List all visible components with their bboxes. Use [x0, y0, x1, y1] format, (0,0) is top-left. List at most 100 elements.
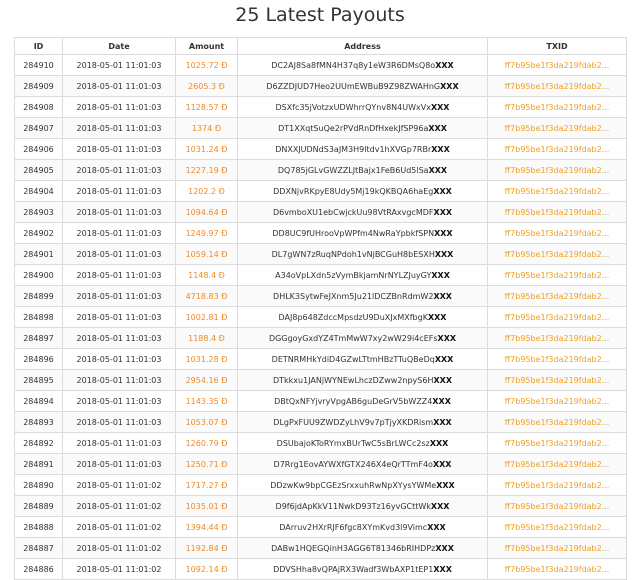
address-text: DDzwKw9bpCGEzSrxxuhRwNpXYysYWMe [270, 480, 437, 490]
payout-address: DABw1HQEGQinH3AGG6T81346bRIHDPzXXX [237, 537, 488, 559]
txid-link[interactable]: ff7b95be1f3da219fdab2... [505, 250, 610, 259]
txid-link[interactable]: ff7b95be1f3da219fdab2... [505, 166, 610, 175]
payout-id: 284904 [14, 180, 63, 202]
payout-id: 284903 [14, 201, 63, 223]
payout-address: DGGgoyGxdYZ4TmMwW7xy2wW29i4cEFsXXX [237, 327, 488, 349]
address-text: D9f6jdApKkV11NwkD93Tz16yvGCttWk [275, 501, 431, 511]
table-row: 284900 2018-05-01 11:01:03 1148.4 Đ A34oVpL… [14, 264, 627, 286]
txid-link[interactable]: ff7b95be1f3da219fdab2... [505, 82, 610, 91]
txid-link[interactable]: ff7b95be1f3da219fdab2... [505, 124, 610, 133]
address-text: D6vmboXU1ebCwjckUu98VtRAxvgcMDF [272, 207, 434, 217]
address-masked-suffix: XXX [432, 459, 452, 469]
table-row: 284902 2018-05-01 11:01:03 1249.97 Đ DD8UC9… [14, 222, 627, 244]
txid-link[interactable]: ff7b95be1f3da219fdab2... [505, 61, 610, 70]
payout-address: D9f6jdApKkV11NwkD93Tz16yvGCttWkXXX [237, 495, 488, 517]
payout-amount: 1031.28 Đ [175, 348, 238, 370]
address-masked-suffix: XXX [434, 228, 453, 238]
table-row: 284896 2018-05-01 11:01:03 1031.28 Đ DETNRM… [14, 348, 627, 370]
address-masked-suffix: XXX [433, 207, 453, 217]
txid-link[interactable]: ff7b95be1f3da219fdab2... [505, 355, 610, 364]
payout-amount: 1128.57 Đ [175, 96, 238, 118]
txid-link[interactable]: ff7b95be1f3da219fdab2... [505, 460, 610, 469]
table-row: 284899 2018-05-01 11:01:03 4718.83 Đ DHLK3S… [14, 285, 627, 307]
payout-amount: 1035.01 Đ [175, 495, 238, 517]
payout-date: 2018-05-01 11:01:03 [62, 432, 176, 454]
payout-date: 2018-05-01 11:01:02 [62, 474, 176, 496]
txid-link[interactable]: ff7b95be1f3da219fdab2... [505, 229, 610, 238]
txid-link[interactable]: ff7b95be1f3da219fdab2... [505, 544, 610, 553]
payout-amount: 1031.24 Đ [175, 138, 238, 160]
payout-id: 284901 [14, 243, 63, 265]
payout-txid: ff7b95be1f3da219fdab2... [487, 285, 627, 307]
table-row: 284907 2018-05-01 11:01:03 1374 Đ DT1XXqtSu… [14, 117, 627, 139]
payout-date: 2018-05-01 11:01:03 [62, 348, 176, 370]
txid-link[interactable]: ff7b95be1f3da219fdab2... [505, 418, 610, 427]
txid-link[interactable]: ff7b95be1f3da219fdab2... [505, 334, 610, 343]
table-row: 284890 2018-05-01 11:01:02 1717.27 Đ DDzwKw… [14, 474, 627, 496]
txid-link[interactable]: ff7b95be1f3da219fdab2... [505, 208, 610, 217]
payout-amount: 1188.4 Đ [175, 327, 238, 349]
txid-link[interactable]: ff7b95be1f3da219fdab2... [505, 187, 610, 196]
column-header-id: ID [14, 37, 63, 55]
address-text: A34oVpLXdn5zVymBkjamNrNYLZJuyGY [275, 270, 432, 280]
payout-address: DHLK3SytwFeJXnm5Ju21lDCZBnRdmW2XXX [237, 285, 488, 307]
payout-id: 284905 [14, 159, 63, 181]
payout-txid: ff7b95be1f3da219fdab2... [487, 348, 627, 370]
payout-address: A34oVpLXdn5zVymBkjamNrNYLZJuyGYXXX [237, 264, 488, 286]
address-text: DNXXJUDNdS3aJM3H9ltdv1hXVGp7RBr [275, 144, 432, 154]
payout-id: 284897 [14, 327, 63, 349]
table-row: 284892 2018-05-01 11:01:03 1260.79 Đ DSUbaj… [14, 432, 627, 454]
payout-txid: ff7b95be1f3da219fdab2... [487, 75, 627, 97]
payout-txid: ff7b95be1f3da219fdab2... [487, 306, 627, 328]
txid-link[interactable]: ff7b95be1f3da219fdab2... [505, 502, 610, 511]
txid-link[interactable]: ff7b95be1f3da219fdab2... [505, 565, 610, 574]
payout-address: DLgPxFUU9ZWDZyLhV9v7pTjyXKDRismXXX [237, 411, 488, 433]
payout-address: DAJ8p648ZdccMpsdzU9DuXJxMXfbgKXXX [237, 306, 488, 328]
payout-date: 2018-05-01 11:01:03 [62, 369, 176, 391]
payout-amount: 1148.4 Đ [175, 264, 238, 286]
payout-date: 2018-05-01 11:01:03 [62, 306, 176, 328]
txid-link[interactable]: ff7b95be1f3da219fdab2... [505, 145, 610, 154]
address-masked-suffix: XXX [433, 291, 452, 301]
payout-id: 284902 [14, 222, 63, 244]
payout-address: D6vmboXU1ebCwjckUu98VtRAxvgcMDFXXX [237, 201, 488, 223]
payouts-table-container: ID Date Amount Address TXID 284910 2018-0… [14, 37, 627, 580]
table-row: 284889 2018-05-01 11:01:02 1035.01 Đ D9f6jd… [14, 495, 627, 517]
payout-id: 284892 [14, 432, 63, 454]
txid-link[interactable]: ff7b95be1f3da219fdab2... [505, 376, 610, 385]
txid-link[interactable]: ff7b95be1f3da219fdab2... [505, 439, 610, 448]
payout-amount: 1092.14 Đ [175, 558, 238, 580]
txid-link[interactable]: ff7b95be1f3da219fdab2... [505, 103, 610, 112]
payout-txid: ff7b95be1f3da219fdab2... [487, 138, 627, 160]
address-text: DBtQxNFYjvryVpgAB6guDeGrV5bWZZ4 [274, 396, 433, 406]
payout-date: 2018-05-01 11:01:02 [62, 495, 176, 517]
payout-address: DC2AJ8Sa8fMN4H37q8y1eW3R6DMsQ8oXXX [237, 54, 488, 76]
payout-amount: 1094.64 Đ [175, 201, 238, 223]
txid-link[interactable]: ff7b95be1f3da219fdab2... [505, 523, 610, 532]
column-header-txid: TXID [487, 37, 627, 55]
payout-amount: 1192.84 Đ [175, 537, 238, 559]
address-text: DSXfc35jVotzxUDWhrrQYnv8N4UWxVx [275, 102, 431, 112]
payout-address: DSXfc35jVotzxUDWhrrQYnv8N4UWxVxXXX [237, 96, 488, 118]
payout-date: 2018-05-01 11:01:03 [62, 390, 176, 412]
address-masked-suffix: XXX [427, 312, 447, 322]
payout-date: 2018-05-01 11:01:03 [62, 411, 176, 433]
payout-txid: ff7b95be1f3da219fdab2... [487, 411, 627, 433]
payout-date: 2018-05-01 11:01:03 [62, 75, 176, 97]
payout-id: 284907 [14, 117, 63, 139]
payout-id: 284891 [14, 453, 63, 475]
txid-link[interactable]: ff7b95be1f3da219fdab2... [505, 481, 610, 490]
txid-link[interactable]: ff7b95be1f3da219fdab2... [505, 313, 610, 322]
txid-link[interactable]: ff7b95be1f3da219fdab2... [505, 292, 610, 301]
txid-link[interactable]: ff7b95be1f3da219fdab2... [505, 397, 610, 406]
txid-link[interactable]: ff7b95be1f3da219fdab2... [505, 271, 610, 280]
payout-address: DDVSHha8vQPAjRX3Wadf3WbAXP1tEP1XXX [237, 558, 488, 580]
payout-address: DD8UC9fUHrooVpWPfm4NwRaYpbkfSPNXXX [237, 222, 488, 244]
payout-txid: ff7b95be1f3da219fdab2... [487, 96, 627, 118]
payout-txid: ff7b95be1f3da219fdab2... [487, 201, 627, 223]
payout-txid: ff7b95be1f3da219fdab2... [487, 180, 627, 202]
table-row: 284905 2018-05-01 11:01:03 1227.19 Đ DQ785j… [14, 159, 627, 181]
address-masked-suffix: XXX [430, 102, 450, 112]
address-text: DArruv2HXrRJF6fgc8XYmKvd3l9Vimc [279, 522, 428, 532]
payout-date: 2018-05-01 11:01:03 [62, 264, 176, 286]
